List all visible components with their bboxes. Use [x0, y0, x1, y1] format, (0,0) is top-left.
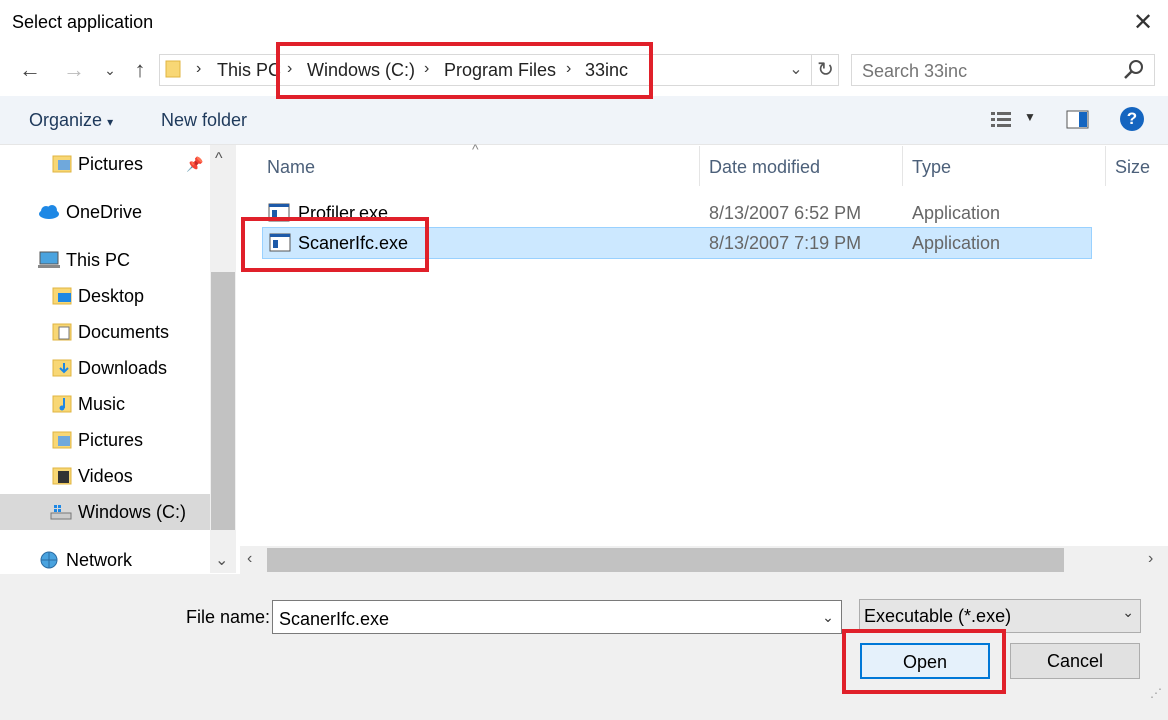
column-header-type[interactable]: Type [912, 157, 951, 178]
organize-dropdown-icon: ▾ [107, 115, 114, 129]
sidebar-item-label: Desktop [78, 286, 145, 306]
sidebar-item-label: Network [66, 550, 133, 570]
sort-ascending-icon: ^ [472, 141, 479, 157]
documents-folder-icon [52, 323, 72, 341]
navigation-pane: Pictures 📌 OneDrive This PC Desktop Docu… [0, 145, 237, 573]
cancel-button[interactable]: Cancel [1010, 643, 1140, 679]
desktop-folder-icon [52, 287, 72, 305]
downloads-folder-icon [52, 359, 72, 377]
view-details-icon[interactable] [990, 110, 1014, 130]
recent-locations-chevron-icon[interactable]: ⌄ [96, 56, 124, 84]
music-folder-icon [52, 395, 72, 413]
sidebar-item-network[interactable]: Network [38, 542, 208, 573]
sidebar-item-documents[interactable]: Documents [50, 314, 210, 350]
column-header-size[interactable]: Size [1115, 157, 1150, 178]
file-type-select[interactable]: Executable (*.exe) ⌄ [859, 599, 1141, 633]
pin-icon[interactable]: 📌 [186, 146, 203, 182]
refresh-icon[interactable]: ↻ [811, 54, 839, 86]
column-header-name[interactable]: Name [267, 157, 315, 178]
view-options-dropdown-icon[interactable]: ▼ [1024, 110, 1036, 124]
new-folder-button[interactable]: New folder [161, 110, 247, 131]
chevron-down-icon: ⌄ [1122, 604, 1134, 620]
computer-icon [38, 251, 60, 268]
sidebar-item-label: Windows (C:) [78, 502, 187, 522]
sidebar-item-windows-c[interactable]: Windows (C:) [0, 494, 210, 530]
scroll-down-icon[interactable]: ⌄ [215, 550, 228, 570]
column-divider[interactable] [1105, 146, 1106, 186]
breadcrumb-this-pc[interactable]: This PC [217, 60, 281, 81]
column-divider[interactable] [902, 146, 903, 186]
breadcrumb-separator-icon: › [196, 60, 202, 77]
onedrive-icon [39, 205, 59, 219]
file-name-label: File name: [186, 607, 271, 627]
up-arrow-icon[interactable]: ↑ [126, 56, 154, 84]
sidebar-item-onedrive[interactable]: OneDrive [38, 194, 208, 230]
forward-arrow-icon[interactable]: → [60, 56, 88, 84]
videos-folder-icon [52, 467, 72, 485]
sidebar-item-music[interactable]: Music [50, 386, 210, 422]
file-type: Application [912, 233, 1001, 253]
sidebar-item-pictures[interactable]: Pictures [50, 422, 210, 458]
close-icon[interactable]: ✕ [1128, 8, 1158, 38]
back-arrow-icon[interactable]: ← [16, 56, 44, 84]
file-date: 8/13/2007 7:19 PM [709, 233, 862, 253]
sidebar-item-this-pc[interactable]: This PC [38, 242, 208, 278]
search-icon[interactable] [1122, 58, 1146, 82]
column-header-date-modified[interactable]: Date modified [709, 157, 820, 178]
sidebar-item-label: Documents [78, 322, 170, 342]
highlight-selected-file [241, 217, 429, 272]
sidebar-item-label: Music [78, 394, 126, 414]
search-input[interactable] [860, 59, 1114, 83]
sidebar-item-pictures-quick[interactable]: Pictures 📌 [50, 146, 210, 182]
sidebar-item-label: Videos [78, 466, 133, 486]
scroll-up-icon[interactable]: ^ [215, 150, 223, 168]
sidebar-scrollbar-thumb[interactable] [211, 272, 235, 530]
file-name-dropdown-icon[interactable]: ⌄ [818, 604, 838, 630]
file-date: 8/13/2007 6:52 PM [709, 203, 862, 223]
title-bar [0, 0, 1168, 46]
dialog-title: Select application [12, 12, 154, 32]
file-type-value: Executable (*.exe) [864, 606, 1012, 626]
scroll-left-icon[interactable]: ‹ [247, 550, 252, 568]
resize-grip-icon[interactable]: ⋰ [1150, 686, 1162, 700]
help-icon[interactable]: ? [1120, 107, 1144, 131]
folder-icon [165, 60, 181, 78]
file-type: Application [912, 203, 1001, 223]
sidebar-item-desktop[interactable]: Desktop [50, 278, 210, 314]
file-name-combobox[interactable] [272, 600, 842, 634]
horizontal-scrollbar-thumb[interactable] [267, 548, 1064, 572]
search-box[interactable] [851, 54, 1155, 86]
scroll-right-icon[interactable]: › [1148, 550, 1153, 568]
sidebar-item-videos[interactable]: Videos [50, 458, 210, 494]
sidebar-item-label: Pictures [78, 154, 144, 174]
organize-button[interactable]: Organize ▾ [29, 110, 113, 131]
address-dropdown-icon[interactable]: ⌄ [786, 58, 806, 82]
pictures-folder-icon [52, 155, 72, 173]
network-icon [40, 551, 58, 569]
file-name-input[interactable] [277, 607, 801, 631]
sidebar-item-label: Pictures [78, 430, 144, 450]
sidebar-item-label: This PC [66, 250, 131, 270]
sidebar-item-label: Downloads [78, 358, 168, 378]
preview-pane-icon[interactable] [1066, 110, 1090, 130]
sidebar-item-label: OneDrive [66, 202, 143, 222]
organize-label: Organize [29, 110, 103, 130]
column-divider[interactable] [699, 146, 700, 186]
highlight-open-button [842, 629, 1006, 694]
highlight-breadcrumb-path [276, 42, 653, 99]
pictures-folder-icon [52, 431, 72, 449]
sidebar-item-downloads[interactable]: Downloads [50, 350, 210, 386]
drive-icon [50, 505, 72, 520]
